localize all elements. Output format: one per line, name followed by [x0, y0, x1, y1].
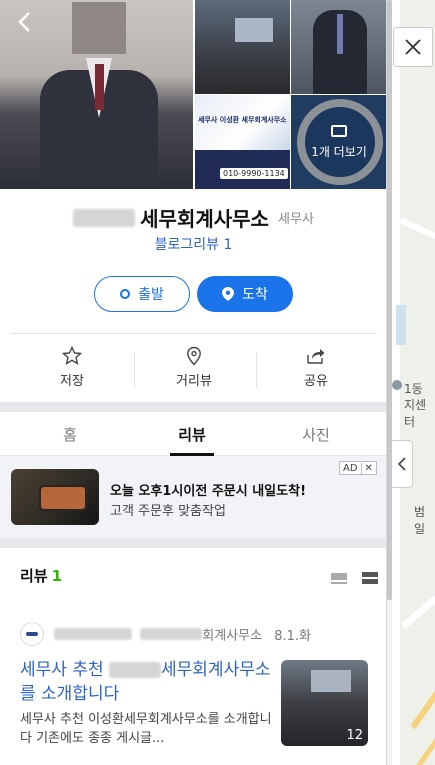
street-view-button[interactable]: 거리뷰 — [134, 346, 254, 389]
map-label: 1동 — [404, 382, 423, 396]
photo-figure — [235, 18, 273, 42]
review-author: 회계사무소 — [202, 628, 263, 644]
ad-banner[interactable]: 오늘 오후1시이전 주문시 내일도착! 고객 주문후 맞춤작업 AD ✕ — [0, 456, 386, 538]
review-meta: 회계사무소 8.1.화 — [20, 622, 380, 646]
list-view-icon[interactable] — [331, 571, 347, 585]
ad-label: AD — [343, 462, 358, 474]
blog-review-link[interactable]: 블로그리뷰 1 — [0, 234, 386, 254]
redacted-text — [54, 628, 133, 640]
photo-thumb[interactable] — [195, 0, 290, 94]
review-count: 1 — [51, 567, 63, 585]
more-photos-button[interactable]: 1개 더보기 — [291, 95, 386, 189]
section-divider — [0, 538, 386, 548]
section-divider — [0, 402, 386, 412]
share-button[interactable]: 공유 — [256, 346, 376, 389]
map-label: 범일 — [414, 505, 426, 536]
start-label: 출발 — [138, 287, 164, 303]
more-photos-label: 1개 더보기 — [311, 144, 367, 159]
ad-close-button[interactable]: ✕ — [360, 462, 376, 474]
review-thumbnail[interactable]: 12 — [281, 660, 368, 746]
tab-photo[interactable]: 사진 — [256, 424, 376, 445]
map-road — [410, 676, 435, 730]
map-poi-icon[interactable] — [392, 380, 402, 390]
photo-gallery: 세무사 이성환 세무회계사무소 010-9990-1134 1개 더보기 — [0, 0, 386, 189]
review-body[interactable]: 세무사 추천 이성환세무회계사무소를 소개합니다 기존에도 종종 게시글... — [20, 710, 272, 748]
start-button[interactable]: 출발 — [94, 276, 190, 312]
review-photo-count: 12 — [346, 728, 363, 743]
ad-subtitle: 고객 주문후 맞춤작업 — [110, 504, 226, 519]
map-label: 지센터 — [404, 398, 427, 429]
action-bar: 저장 거리뷰 공유 — [10, 333, 377, 391]
scrollbar[interactable] — [387, 0, 392, 765]
photo-thumb[interactable] — [291, 0, 386, 94]
redacted-text — [140, 628, 203, 640]
close-icon — [405, 39, 421, 55]
place-name: 세무회계사무소 — [140, 207, 269, 231]
arrive-button[interactable]: 도착 — [197, 276, 293, 312]
redacted-text — [73, 208, 136, 227]
tab-review[interactable]: 리뷰 — [132, 424, 252, 445]
back-button[interactable] — [10, 10, 40, 40]
map-water — [396, 305, 406, 345]
ad-title: 오늘 오후1시이전 주문시 내일도착! — [110, 484, 306, 499]
review-thumbnail-figure — [311, 670, 351, 692]
review-header-label: 리뷰 — [20, 567, 48, 585]
view-toggle — [321, 567, 379, 586]
map-road — [399, 217, 435, 249]
arrive-label: 도착 — [242, 287, 268, 303]
tab-home[interactable]: 홈 — [10, 424, 130, 445]
route-buttons: 출발 도착 — [0, 276, 386, 312]
tab-bar: 홈 리뷰 사진 — [0, 412, 386, 456]
photo-thumb[interactable]: 세무사 이성환 세무회계사무소 010-9990-1134 — [195, 95, 290, 189]
review-header: 리뷰 1 — [20, 565, 62, 586]
review-date: 8.1.화 — [274, 628, 312, 644]
chevron-left-icon — [18, 12, 30, 32]
ad-image — [11, 469, 99, 525]
collapse-panel-button[interactable] — [391, 440, 413, 488]
avatar — [20, 622, 44, 646]
ad-image-figure — [41, 487, 85, 509]
save-label: 저장 — [60, 374, 84, 389]
banner-title: 세무사 이성환 세무회계사무소 — [198, 116, 287, 124]
save-button[interactable]: 저장 — [12, 346, 132, 389]
place-title: 세무회계사무소 세무사 — [0, 203, 386, 232]
location-pin-icon — [187, 346, 201, 366]
street-view-label: 거리뷰 — [176, 374, 212, 389]
photo-figure — [95, 64, 104, 110]
chevron-left-icon — [397, 457, 406, 471]
start-point-icon — [120, 289, 131, 299]
location-pin-icon — [222, 287, 235, 301]
photo-figure — [72, 2, 126, 54]
place-panel: 세무사 이성환 세무회계사무소 010-9990-1134 1개 더보기 세무회… — [0, 0, 387, 765]
redacted-text — [109, 662, 162, 678]
ad-badge: AD ✕ — [339, 461, 377, 475]
review-title[interactable]: 세무사 추천 세무회계사무소를 소개합니다 — [20, 658, 272, 706]
camera-icon — [331, 124, 347, 137]
banner-phone: 010-9990-1134 — [220, 168, 288, 179]
map-road — [400, 578, 435, 629]
share-icon — [307, 349, 325, 364]
scrollbar-thumb[interactable] — [387, 0, 392, 600]
star-icon — [62, 346, 82, 365]
more-photos-overlay: 1개 더보기 — [291, 95, 386, 189]
photo-figure — [337, 14, 343, 54]
close-panel-button[interactable] — [393, 27, 433, 67]
place-category: 세무사 — [278, 212, 314, 227]
card-view-icon[interactable] — [362, 571, 379, 585]
review-title-prefix: 세무사 추천 — [20, 660, 104, 680]
share-label: 공유 — [304, 374, 328, 389]
